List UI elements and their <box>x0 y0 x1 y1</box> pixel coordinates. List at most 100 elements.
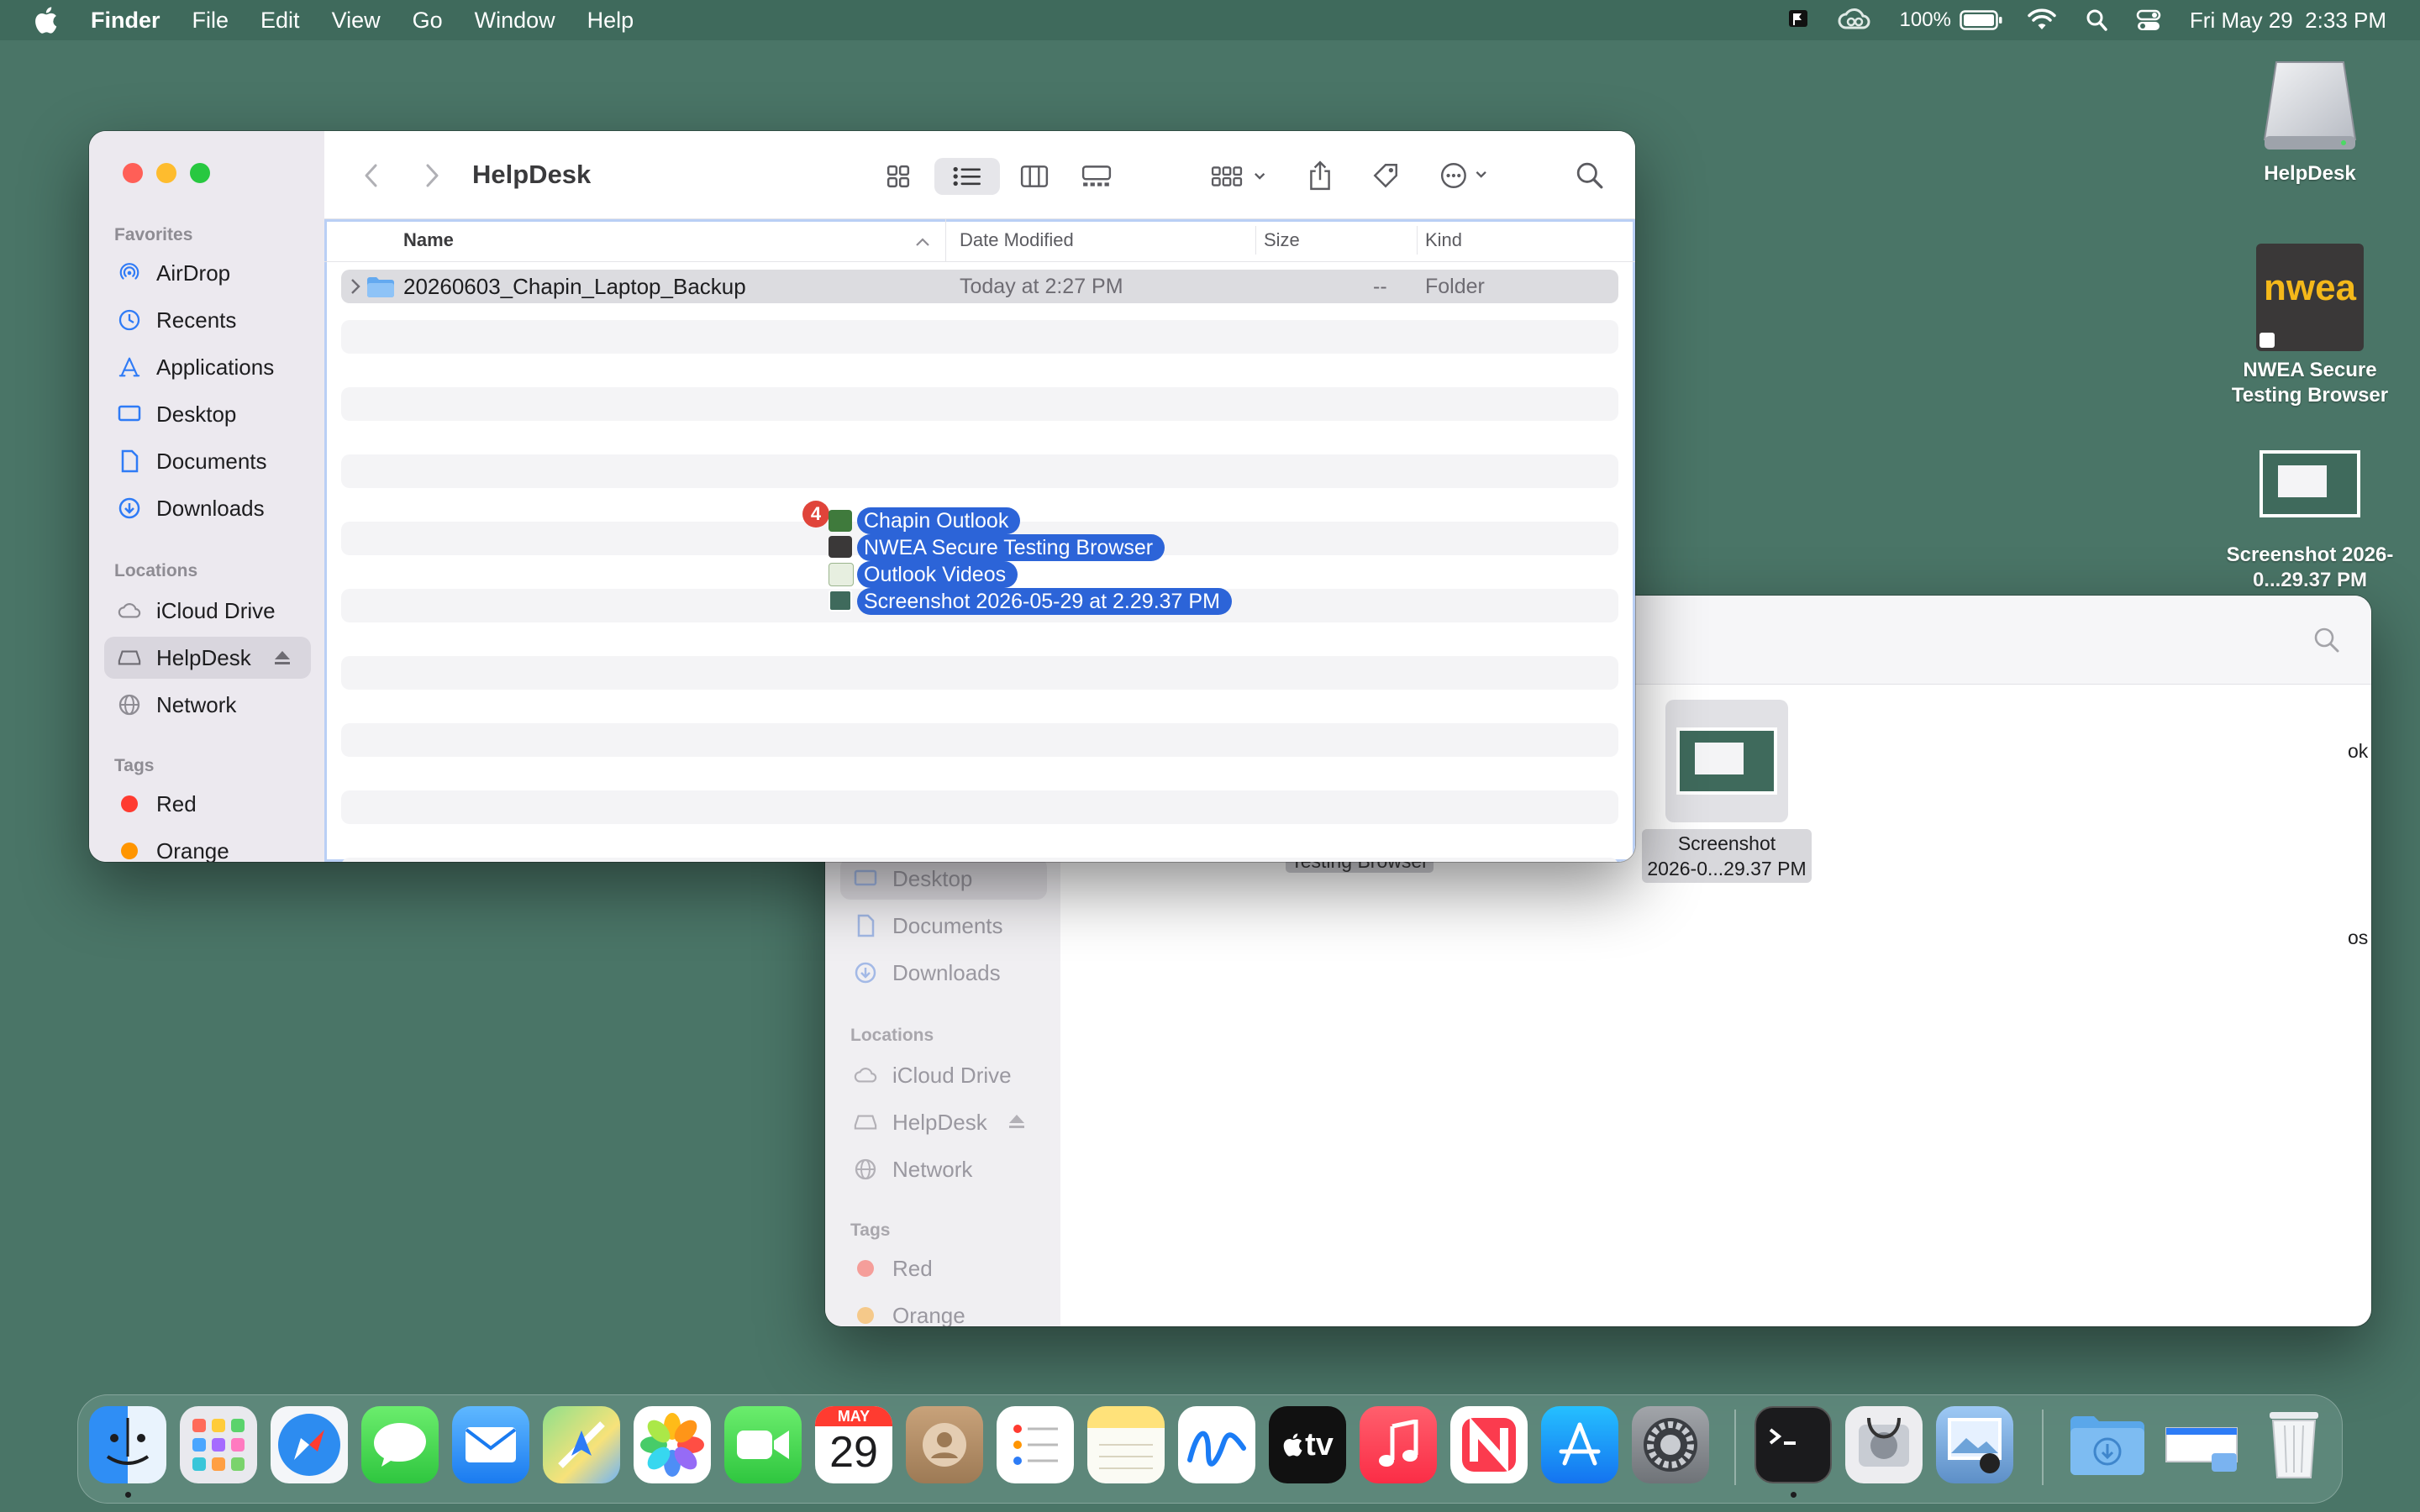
dock-recent-windows-icon[interactable] <box>2161 1406 2245 1483</box>
file-item-screenshot[interactable]: Screenshot 2026-0...29.37 PM <box>1630 700 1823 883</box>
eject-icon[interactable] <box>1007 1110 1026 1136</box>
tag-icon[interactable] <box>1366 155 1405 197</box>
dock-mail-icon[interactable] <box>452 1406 529 1483</box>
sidebar-item-label: Desktop <box>892 865 973 891</box>
back-search-icon[interactable] <box>2307 621 2346 659</box>
dock-disk-utility-icon[interactable] <box>1845 1406 1923 1483</box>
dock-music-icon[interactable] <box>1360 1406 1437 1483</box>
eject-icon[interactable] <box>273 649 292 666</box>
sidebar-item-label: Red <box>892 1255 933 1281</box>
view-gallery-button[interactable] <box>1074 158 1119 195</box>
dock-app-store-icon[interactable] <box>1541 1406 1618 1483</box>
back-sidebar-item-helpdesk[interactable]: HelpDesk <box>840 1101 1047 1143</box>
sidebar-tag-red[interactable]: Red <box>104 783 311 825</box>
menu-bar: Finder File Edit View Go Window Help 100… <box>0 0 2420 40</box>
share-icon[interactable] <box>1302 155 1338 197</box>
close-button[interactable] <box>123 163 143 183</box>
dock-launchpad-icon[interactable] <box>180 1406 257 1483</box>
back-sidebar-item-desktop[interactable]: Desktop <box>840 858 1047 900</box>
sidebar-item-airdrop[interactable]: AirDrop <box>104 252 311 294</box>
toolbar: HelpDesk <box>324 131 1635 219</box>
more-actions-button[interactable] <box>1435 155 1506 197</box>
menubar-clock[interactable]: Fri May 29 2:33 PM <box>2190 8 2386 34</box>
dock-maps-icon[interactable] <box>543 1406 620 1483</box>
view-columns-button[interactable] <box>1013 158 1055 195</box>
back-sidebar-tag-orange[interactable]: Orange <box>840 1294 1047 1326</box>
forward-button[interactable] <box>415 156 449 195</box>
view-list-button[interactable] <box>934 158 1000 195</box>
dock-reminders-icon[interactable] <box>997 1406 1074 1483</box>
dock-contacts-icon[interactable] <box>906 1406 983 1483</box>
dock-photos-icon[interactable] <box>634 1406 711 1483</box>
cloud-icon <box>854 1063 877 1087</box>
menu-help[interactable]: Help <box>587 8 634 34</box>
sidebar-item-helpdesk[interactable]: HelpDesk <box>104 637 311 679</box>
file-item-partial-right-2[interactable]: os <box>2348 927 2368 949</box>
disclosure-chevron-icon[interactable] <box>350 277 361 300</box>
view-icons-button[interactable] <box>877 158 919 195</box>
dock-freeform-icon[interactable] <box>1178 1406 1255 1483</box>
file-item-partial-right-1[interactable]: ok <box>2348 740 2368 763</box>
sidebar-item-applications[interactable]: Applications <box>104 346 311 388</box>
column-header-date-modified[interactable]: Date Modified <box>960 219 1254 261</box>
back-sidebar-tag-red[interactable]: Red <box>840 1247 1047 1289</box>
finder-window-helpdesk[interactable]: Favorites AirDrop Recents Applications D… <box>89 131 1635 862</box>
flag-status-icon[interactable] <box>1787 8 1809 32</box>
back-sidebar-header-locations: Locations <box>850 1026 934 1045</box>
menu-view[interactable]: View <box>332 8 381 34</box>
creative-cloud-icon[interactable] <box>1838 8 1871 33</box>
back-sidebar-item-documents[interactable]: Documents <box>840 905 1047 947</box>
dock-facetime-icon[interactable] <box>724 1406 802 1483</box>
desktop-icon-helpdesk-drive[interactable]: HelpDesk <box>2213 57 2407 186</box>
tag-color-dot <box>121 843 138 859</box>
menu-finder[interactable]: Finder <box>91 8 160 34</box>
control-center-icon[interactable] <box>2136 8 2161 32</box>
table-row[interactable]: 20260603_Chapin_Laptop_Backup Today at 2… <box>341 270 1618 303</box>
dock-preview-icon[interactable] <box>1936 1406 2013 1483</box>
window-title: HelpDesk <box>472 160 592 189</box>
dock-terminal-icon[interactable] <box>1754 1406 1832 1483</box>
tv-label: tv <box>1305 1426 1334 1462</box>
dock-news-icon[interactable] <box>1450 1406 1528 1483</box>
dock-downloads-folder-icon[interactable] <box>2069 1406 2146 1483</box>
sidebar-item-recents[interactable]: Recents <box>104 299 311 341</box>
desktop-icon-screenshot[interactable]: Screenshot 2026-0...29.37 PM <box>2213 450 2407 593</box>
battery-status[interactable]: 100% <box>1900 8 2003 32</box>
back-sidebar-item-network[interactable]: Network <box>840 1148 1047 1190</box>
sidebar-item-desktop[interactable]: Desktop <box>104 393 311 435</box>
column-header-size[interactable]: Size <box>1264 219 1415 261</box>
back-sidebar-item-downloads[interactable]: Downloads <box>840 952 1047 994</box>
sidebar-item-network[interactable]: Network <box>104 684 311 726</box>
back-sidebar-item-icloud[interactable]: iCloud Drive <box>840 1054 1047 1096</box>
menu-go[interactable]: Go <box>413 8 443 34</box>
spotlight-search-icon[interactable] <box>2086 8 2107 32</box>
back-button[interactable] <box>355 156 388 195</box>
dock-calendar-icon[interactable]: MAY 29 <box>815 1406 892 1483</box>
dock-trash-icon[interactable] <box>2255 1406 2333 1483</box>
group-by-button[interactable] <box>1207 158 1277 195</box>
dock-finder-icon[interactable] <box>89 1406 166 1483</box>
desktop-icon-nwea[interactable]: nwea NWEA Secure Testing Browser <box>2213 244 2407 408</box>
apple-menu-icon[interactable] <box>30 3 60 37</box>
dock-messages-icon[interactable] <box>361 1406 439 1483</box>
minimize-button[interactable] <box>156 163 176 183</box>
dock-apple-tv-icon[interactable]: tv <box>1269 1406 1346 1483</box>
sidebar-item-icloud-drive[interactable]: iCloud Drive <box>104 590 311 632</box>
search-icon[interactable] <box>1570 155 1610 197</box>
menu-file[interactable]: File <box>192 8 229 34</box>
drive-icon <box>854 1110 877 1134</box>
dock-notes-icon[interactable] <box>1087 1406 1165 1483</box>
column-header-kind[interactable]: Kind <box>1425 219 1593 261</box>
sidebar-item-documents[interactable]: Documents <box>104 440 311 482</box>
calendar-month: MAY <box>815 1406 892 1426</box>
dock-safari-icon[interactable] <box>271 1406 348 1483</box>
column-header-name[interactable]: Name <box>324 219 946 261</box>
menu-edit[interactable]: Edit <box>260 8 300 34</box>
sidebar-tag-orange[interactable]: Orange <box>104 830 311 862</box>
dock-system-settings-icon[interactable] <box>1632 1406 1709 1483</box>
sidebar-item-label: Applications <box>156 354 275 380</box>
menu-window[interactable]: Window <box>475 8 555 34</box>
zoom-button[interactable] <box>190 163 210 183</box>
wifi-icon[interactable] <box>2027 8 2057 32</box>
sidebar-item-downloads[interactable]: Downloads <box>104 487 311 529</box>
